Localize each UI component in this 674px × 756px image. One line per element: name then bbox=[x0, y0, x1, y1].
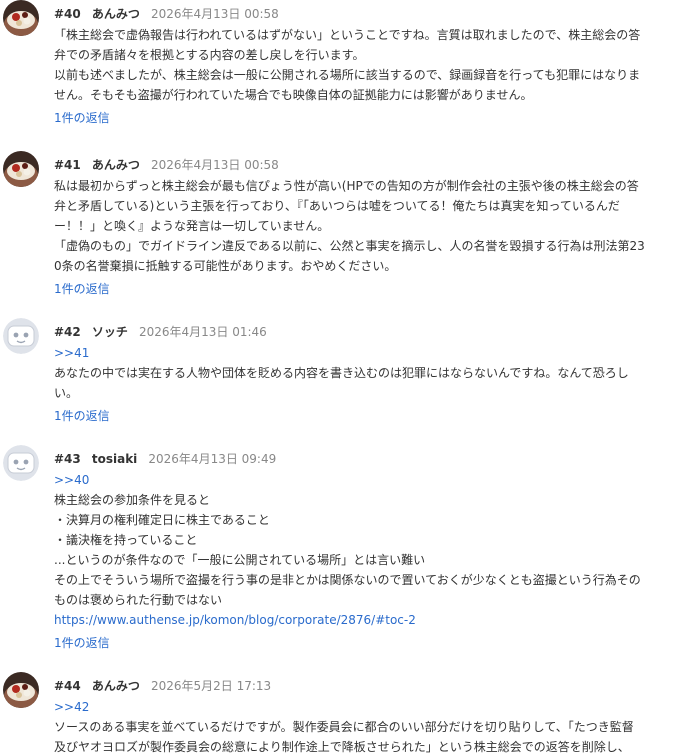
comment-text-line: あなたの中では実在する人物や団体を貶める内容を書き込むのは犯罪にはならないんです… bbox=[54, 366, 629, 380]
comment-text-line: ソースのある事実を並べているだけですが。製作委員会に都合のいい部分だけを切り貼り… bbox=[54, 720, 634, 734]
comment-text-line: その上でそういう場所で盗撮を行う事の是非とかは関係ないので置いておくが少なくとも… bbox=[54, 573, 641, 587]
avatar-anmitsu-icon[interactable] bbox=[3, 672, 39, 708]
comment-text-line: 及びヤオヨロズが製作委員会の総意により制作途上で降板させられた」という株主総会で… bbox=[54, 740, 630, 754]
replies-link[interactable]: 1件の返信 bbox=[54, 406, 670, 426]
comment-body: >>42 ソースのある事実を並べているだけですが。製作委員会に都合のいい部分だけ… bbox=[54, 697, 670, 756]
comment-text-line: ー！！」と喚く』ような発言は一切していません。 bbox=[54, 219, 330, 233]
comment-date: 2026年5月2日 17:13 bbox=[150, 679, 272, 693]
external-link[interactable]: https://www.authense.jp/komon/blog/corpo… bbox=[54, 610, 670, 630]
comment-author[interactable]: あんみつ bbox=[92, 7, 140, 21]
comment-text-line: 弁と矛盾している)という主張を行っており、『「あいつらは嘘をついてる！俺たちは真… bbox=[54, 199, 620, 213]
comment-text-line: 「株主総会で虚偽報告は行われているはずがない」ということですね。言質は取れました… bbox=[54, 28, 641, 42]
comment-text-line: ...というのが条件なので「一般に公開されている場所」とは言い難い bbox=[54, 553, 426, 567]
comment-number[interactable]: #41 bbox=[54, 158, 81, 172]
comment-author[interactable]: あんみつ bbox=[92, 158, 140, 172]
comment-text-line: 0条の名誉棄損に抵触する可能性があります。おやめください。 bbox=[54, 259, 397, 273]
replies-link[interactable]: 1件の返信 bbox=[54, 279, 670, 299]
reply-anchor-link[interactable]: >>40 bbox=[54, 470, 670, 490]
comment-text-line: 以前も述べましたが、株主総会は一般に公開される場所に該当するので、録画録音を行っ… bbox=[54, 68, 641, 82]
comment-number[interactable]: #40 bbox=[54, 7, 81, 21]
comment-body: 私は最初からずっと株主総会が最も信ぴょう性が高い(HPでの告知の方が制作会社の主… bbox=[54, 176, 670, 299]
reply-anchor-link[interactable]: >>41 bbox=[54, 343, 670, 363]
comment-author[interactable]: ソッチ bbox=[92, 325, 128, 339]
avatar-default-icon[interactable] bbox=[3, 445, 39, 481]
avatar-anmitsu-icon[interactable] bbox=[3, 151, 39, 187]
comment-text-line: ・議決権を持っていること bbox=[54, 533, 198, 547]
avatar-anmitsu-icon[interactable] bbox=[3, 0, 39, 36]
comment-body: >>41 あなたの中では実在する人物や団体を貶める内容を書き込むのは犯罪にはなら… bbox=[54, 343, 670, 426]
replies-link[interactable]: 1件の返信 bbox=[54, 108, 670, 128]
comment-text-line: 「虚偽のもの」でガイドライン違反である以前に、公然と事実を摘示し、人の名誉を毀損… bbox=[54, 239, 645, 253]
comment-text-line: 私は最初からずっと株主総会が最も信ぴょう性が高い(HPでの告知の方が制作会社の主… bbox=[54, 179, 639, 193]
comment-number[interactable]: #42 bbox=[54, 325, 81, 339]
reply-anchor-link[interactable]: >>42 bbox=[54, 697, 670, 717]
replies-link[interactable]: 1件の返信 bbox=[54, 633, 670, 653]
comment-number[interactable]: #44 bbox=[54, 679, 81, 693]
comment-text-line: い。 bbox=[54, 386, 79, 400]
comment-date: 2026年4月13日 00:58 bbox=[150, 158, 279, 172]
comment-text-line: せん。そもそも盗撮が行われていた場合でも映像自体の証拠能力には影響がありません。 bbox=[54, 88, 533, 102]
comment-author[interactable]: あんみつ bbox=[92, 679, 140, 693]
comment-number[interactable]: #43 bbox=[54, 452, 81, 466]
comment-text-line: 株主総会の参加条件を見ると bbox=[54, 493, 211, 507]
comment-thread: #40 あんみつ 2026年4月13日 00:58 「株主総会で虚偽報告は行われ… bbox=[0, 0, 674, 756]
comment-date: 2026年4月13日 00:58 bbox=[150, 7, 279, 21]
comment-text-line: ものは褒められた行動ではない bbox=[54, 593, 223, 607]
comment-date: 2026年4月13日 01:46 bbox=[138, 325, 267, 339]
comment-body: >>40 株主総会の参加条件を見ると ・決算月の権利確定日に株主であること ・議… bbox=[54, 470, 670, 653]
avatar-default-icon[interactable] bbox=[3, 318, 39, 354]
comment-text-line: 弁での矛盾諸々を根拠とする内容の差し戻しを行います。 bbox=[54, 48, 365, 62]
comment-author[interactable]: tosiaki bbox=[92, 452, 137, 466]
comment-text-line: ・決算月の権利確定日に株主であること bbox=[54, 513, 270, 527]
comment-body: 「株主総会で虚偽報告は行われているはずがない」ということですね。言質は取れました… bbox=[54, 25, 670, 128]
comment-date: 2026年4月13日 09:49 bbox=[148, 452, 277, 466]
